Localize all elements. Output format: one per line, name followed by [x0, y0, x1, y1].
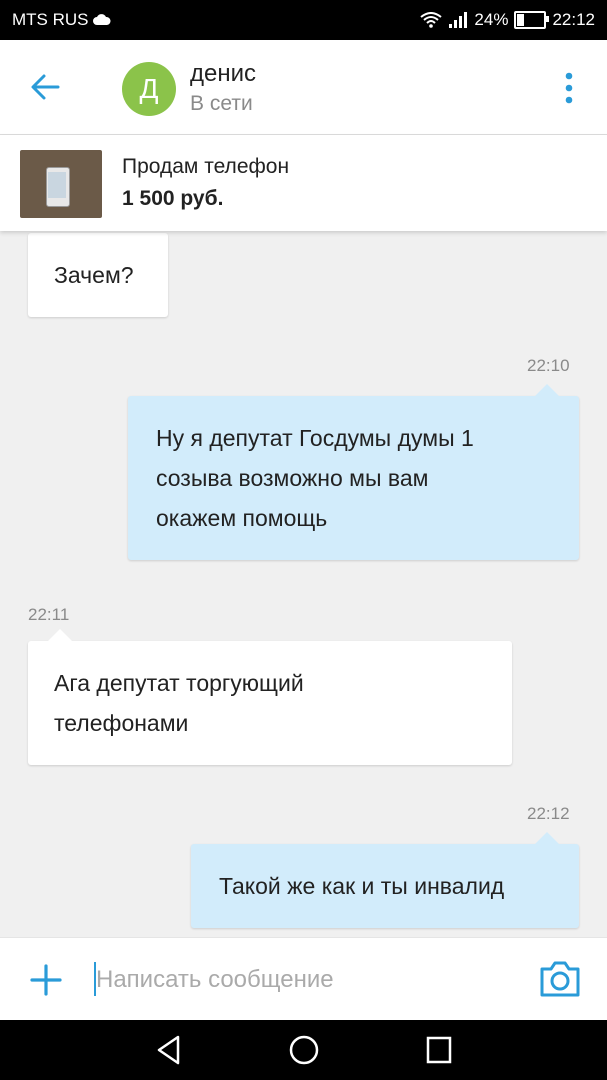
clock: 22:12: [552, 10, 595, 29]
message-composer: [0, 937, 607, 1021]
online-status: В сети: [190, 92, 253, 115]
chat-header: Д денис В сети: [0, 40, 607, 135]
message-text: Такой же как и ты инвалид: [219, 873, 505, 899]
carrier-label: MTS RUS: [12, 10, 89, 29]
signal-icon: [449, 12, 468, 28]
message-time: 22:12: [527, 804, 570, 823]
listing-thumbnail[interactable]: [20, 150, 102, 218]
message-line: Ну я депутат Госдумы думы 1: [156, 425, 474, 451]
back-arrow-icon[interactable]: [28, 70, 62, 104]
cloud-icon: [92, 14, 111, 25]
status-bar: MTS RUS 24% 22:12: [0, 0, 607, 40]
message-line: телефонами: [54, 710, 189, 736]
more-options-icon[interactable]: [562, 70, 576, 106]
message-line: созыва возможно мы вам: [156, 465, 429, 491]
nav-recents-icon[interactable]: [424, 1034, 454, 1066]
nav-home-icon[interactable]: [288, 1034, 320, 1066]
contact-name[interactable]: денис: [190, 60, 256, 88]
message-line: Ага депутат торгующий: [54, 670, 304, 696]
message-input[interactable]: [94, 958, 518, 1002]
message-time: 22:11: [28, 605, 70, 624]
message-list[interactable]: Зачем? 22:10 Ну я депутат Госдумы думы 1…: [0, 231, 607, 937]
attach-plus-icon[interactable]: [28, 962, 64, 998]
message-bubble-incoming[interactable]: Ага депутат торгующий телефонами: [28, 629, 512, 765]
message-time: 22:10: [527, 356, 570, 375]
avatar[interactable]: Д: [122, 62, 176, 116]
battery-icon: [514, 11, 550, 29]
message-bubble-outgoing[interactable]: Такой же как и ты инвалид: [191, 832, 579, 928]
phone-screen: [48, 172, 66, 198]
listing-title: Продам телефон: [122, 155, 290, 178]
battery-percent: 24%: [474, 10, 509, 29]
nav-back-icon[interactable]: [154, 1034, 184, 1066]
message-text: Зачем?: [54, 262, 134, 288]
message-line: окажем помощь: [156, 505, 328, 531]
message-bubble-incoming[interactable]: Зачем?: [28, 233, 168, 317]
camera-icon[interactable]: [538, 959, 582, 999]
battery-fill: [517, 14, 525, 26]
message-bubble-outgoing[interactable]: Ну я депутат Госдумы думы 1 созыва возмо…: [128, 384, 579, 560]
wifi-icon: [420, 12, 443, 28]
listing-price: 1 500 руб.: [122, 187, 224, 210]
system-nav-bar: [0, 1020, 607, 1080]
listing-card[interactable]: Продам телефон 1 500 руб.: [0, 135, 607, 231]
